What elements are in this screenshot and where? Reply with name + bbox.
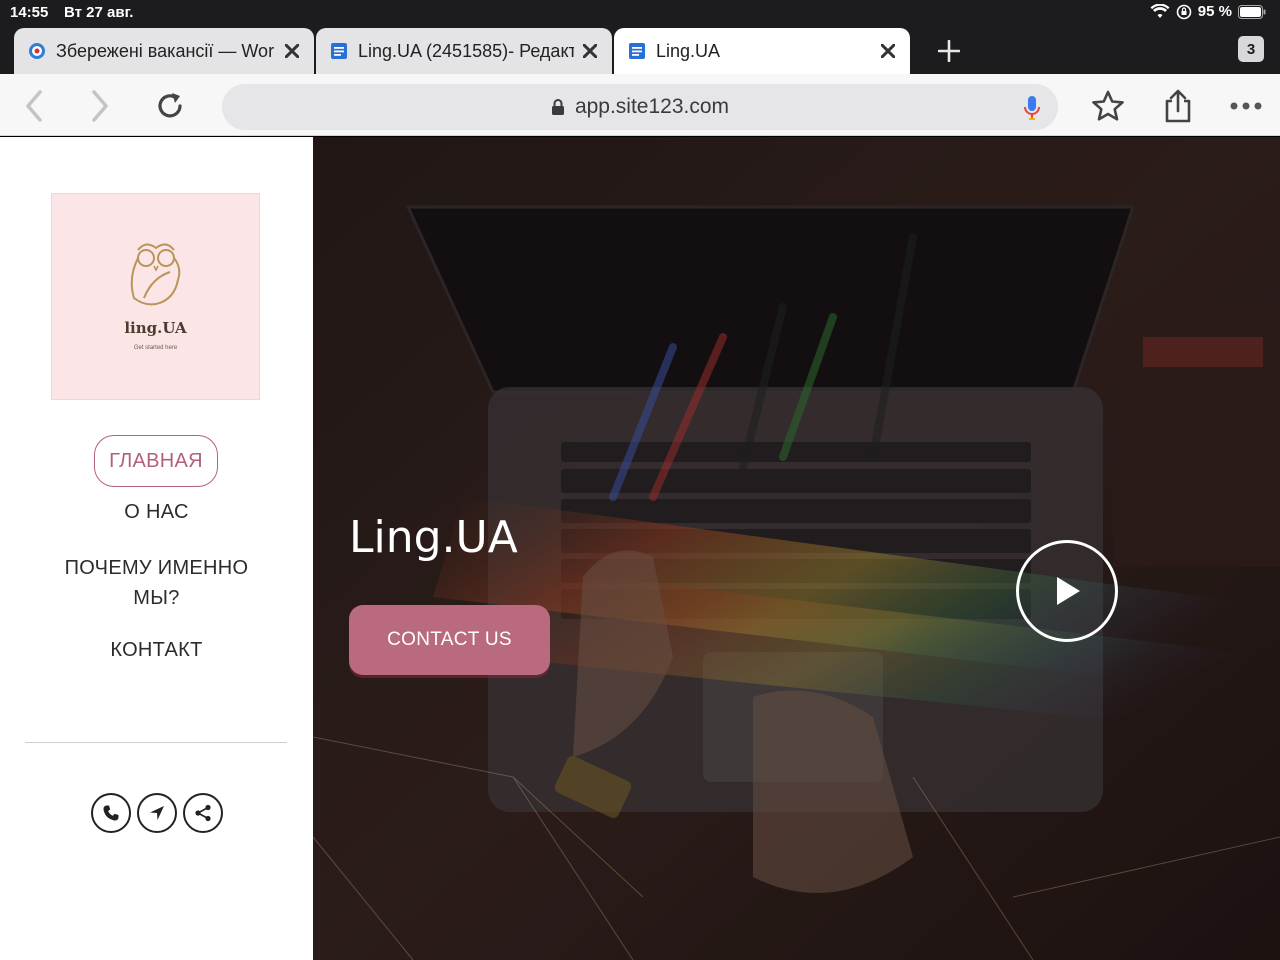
phone-button[interactable] <box>91 793 131 833</box>
forward-button[interactable] <box>82 88 118 124</box>
nav-item-about[interactable]: О НАС <box>0 501 313 524</box>
url-text: app.site123.com <box>574 95 730 118</box>
nav-item-home[interactable]: ГЛАВНАЯ <box>94 435 218 487</box>
status-date: Вт 27 авг. <box>64 4 134 21</box>
back-button[interactable] <box>16 88 52 124</box>
phone-icon <box>103 805 119 821</box>
battery-icon <box>1238 4 1266 19</box>
tab-title: Ling.UA <box>656 40 721 61</box>
web-page: ling.UA Get started here ГЛАВНАЯ О НАС П… <box>0 137 1280 960</box>
play-video-button[interactable] <box>1016 540 1118 642</box>
contact-us-button[interactable]: CONTACT US <box>349 605 550 675</box>
orientation-lock-icon <box>1176 4 1192 19</box>
navigation-icon <box>150 806 164 820</box>
hero-title: Ling.UA <box>349 512 518 563</box>
sidebar: ling.UA Get started here ГЛАВНАЯ О НАС П… <box>0 137 313 960</box>
chevron-left-icon <box>26 90 42 122</box>
more-button[interactable] <box>1228 88 1264 124</box>
nav-item-contact[interactable]: КОНТАКТ <box>0 639 313 662</box>
new-tab-button[interactable] <box>930 36 968 66</box>
owl-logo-icon <box>130 243 181 306</box>
tab-saved-vacancies[interactable]: Збережені вакансії — Wor <box>14 28 314 74</box>
wifi-icon <box>1150 3 1170 18</box>
document-favicon-icon <box>629 43 645 59</box>
share-icon <box>195 804 211 822</box>
share-browser-icon <box>1165 89 1191 123</box>
logo-tagline: Get started here <box>133 345 178 351</box>
tab-title: Ling.UA (2451585)- Редакт <box>358 40 574 61</box>
more-icon <box>1230 102 1262 110</box>
social-icons <box>91 793 223 833</box>
close-tab-icon[interactable] <box>276 35 308 67</box>
star-icon <box>1092 90 1124 121</box>
tab-strip: Збережені вакансії — Wor Ling.UA (245158… <box>0 26 1280 74</box>
share-button[interactable] <box>183 793 223 833</box>
location-button[interactable] <box>137 793 177 833</box>
document-favicon-icon <box>331 43 347 59</box>
status-bar: 14:55 Вт 27 авг. 95 % <box>0 0 1280 26</box>
tab-title: Збережені вакансії — Wor <box>56 40 275 61</box>
tab-editor[interactable]: Ling.UA (2451585)- Редакт <box>316 28 612 74</box>
bookmark-button[interactable] <box>1090 88 1126 124</box>
logo-brand-text: ling.UA <box>124 319 187 337</box>
site-logo[interactable]: ling.UA Get started here <box>51 193 260 400</box>
sidebar-divider <box>25 742 287 743</box>
plus-icon <box>938 40 960 62</box>
reload-icon <box>158 93 182 118</box>
tab-lingua[interactable]: Ling.UA <box>614 28 910 74</box>
share-browser-button[interactable] <box>1160 88 1196 124</box>
hero-section: Ling.UA CONTACT US <box>313 137 1280 960</box>
nav-item-why-us[interactable]: ПОЧЕМУ ИМЕННО МЫ? <box>40 553 273 613</box>
target-favicon-icon <box>29 43 45 59</box>
status-time: 14:55 <box>10 4 49 21</box>
chevron-right-icon <box>92 90 108 122</box>
browser-toolbar: app.site123.com <box>0 74 1280 136</box>
reload-button[interactable] <box>152 88 188 124</box>
lock-icon <box>551 99 564 115</box>
tab-count-button[interactable]: 3 <box>1238 36 1264 62</box>
battery-percent: 95 % <box>1197 3 1232 20</box>
microphone-icon[interactable] <box>1022 95 1042 121</box>
close-tab-icon[interactable] <box>574 35 606 67</box>
play-icon <box>1057 577 1080 605</box>
close-tab-icon[interactable] <box>872 35 904 67</box>
address-bar[interactable]: app.site123.com <box>222 84 1058 130</box>
